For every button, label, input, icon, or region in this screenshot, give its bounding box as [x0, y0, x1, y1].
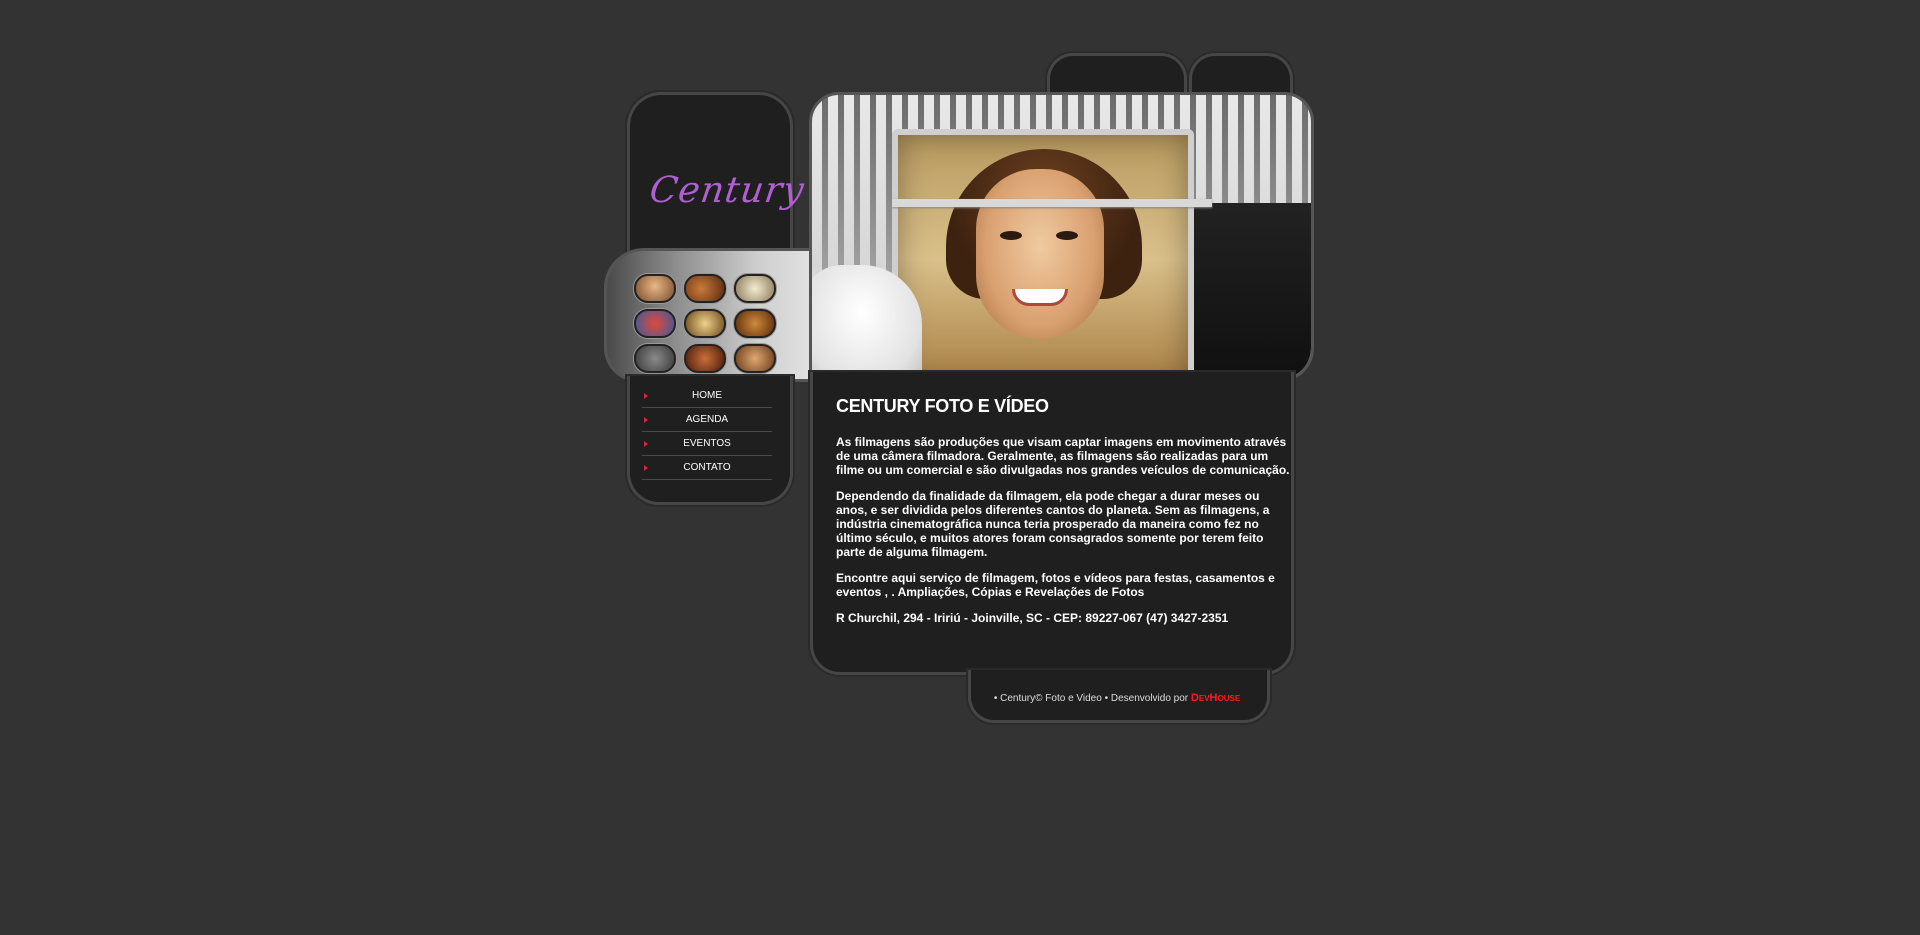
menu-item-label: AGENDA: [685, 414, 729, 425]
arrow-right-icon: [644, 417, 648, 423]
menu-item-home[interactable]: HOME: [642, 385, 772, 408]
arrow-right-icon: [644, 441, 648, 447]
thumbnail-gallery: [634, 274, 784, 373]
footer-text: • Century© Foto e Video • Desenvolvido p…: [993, 693, 1189, 704]
mirror-frame: [892, 129, 1194, 379]
menu-item-label: HOME: [692, 390, 722, 401]
gallery-thumbnail[interactable]: [634, 274, 676, 303]
thumbnail-strip: [604, 248, 824, 382]
page-title: CENTURY FOTO E VÍDEO: [836, 396, 1049, 416]
gallery-thumbnail[interactable]: [684, 309, 726, 338]
gallery-thumbnail[interactable]: [734, 309, 776, 338]
gallery-thumbnail[interactable]: [734, 344, 776, 373]
menu-item-label: EVENTOS: [683, 438, 731, 449]
arrow-right-icon: [644, 465, 648, 471]
gloved-hand: [812, 265, 922, 379]
gallery-thumbnail[interactable]: [634, 309, 676, 338]
page: Century HOME AGENDA EVENTOS CONTATO CENT…: [0, 0, 1920, 935]
gallery-thumbnail[interactable]: [634, 344, 676, 373]
arrow-right-icon: [644, 393, 648, 399]
menu-item-eventos[interactable]: EVENTOS: [642, 433, 772, 456]
main-content: CENTURY FOTO E VÍDEO As filmagens são pr…: [836, 396, 1290, 637]
portrait-face: [976, 169, 1104, 339]
menu-item-label: CONTATO: [683, 462, 731, 473]
hero-banner: [604, 92, 1314, 382]
address-text: R Churchil, 294 - Iririú - Joinville, SC…: [836, 611, 1229, 625]
menu-item-agenda[interactable]: AGENDA: [642, 409, 772, 432]
content-paragraph: Dependendo da finalidade da filmagem, el…: [836, 489, 1270, 559]
gallery-thumbnail[interactable]: [684, 344, 726, 373]
gallery-thumbnail[interactable]: [684, 274, 726, 303]
main-menu: HOME AGENDA EVENTOS CONTATO: [642, 385, 772, 481]
gallery-thumbnail[interactable]: [734, 274, 776, 303]
footer: • Century© Foto e Video • Desenvolvido p…: [982, 692, 1252, 704]
hero-photo: [809, 92, 1314, 382]
content-paragraph: As filmagens são produções que visam cap…: [836, 435, 1290, 477]
developer-link[interactable]: DevHouse: [1191, 692, 1240, 704]
content-paragraph: Encontre aqui serviço de filmagem, fotos…: [836, 571, 1275, 599]
menu-item-contato[interactable]: CONTATO: [642, 457, 772, 480]
